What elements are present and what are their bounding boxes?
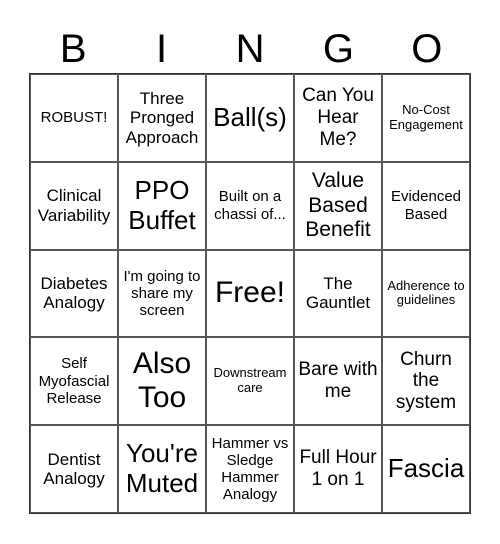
bingo-cell[interactable]: Free! — [206, 249, 294, 338]
bingo-cell-text: PPO Buffet — [128, 174, 196, 235]
bingo-cell[interactable]: Bare with me — [294, 337, 382, 426]
bingo-cell[interactable]: Adherence to guidelines — [382, 249, 470, 338]
bingo-cell[interactable]: PPO Buffet — [118, 161, 206, 250]
bingo-cell[interactable]: Can You Hear Me? — [294, 74, 382, 162]
bingo-cell[interactable]: Downstream care — [206, 337, 294, 426]
bingo-cell-text: The Gauntlet — [305, 273, 371, 313]
bingo-header: B I N G O — [29, 24, 471, 74]
bingo-cell[interactable]: Ball(s) — [206, 74, 294, 162]
bingo-cell-text: Dentist Analogy — [43, 449, 105, 489]
bingo-cell-text: Three Pronged Approach — [125, 88, 199, 147]
bingo-cell[interactable]: Hammer vs Sledge Hammer Analogy — [206, 425, 294, 513]
bingo-cell[interactable]: Clinical Variability — [30, 161, 118, 250]
header-letter-b: B — [59, 27, 87, 71]
bingo-grid: ROBUST! Three Pronged Approach Ball(s) Can … — [29, 73, 471, 514]
bingo-cell-text: Self Myofascial Release — [38, 355, 110, 407]
bingo-cell-text: Bare with me — [298, 359, 378, 403]
bingo-cell[interactable]: I'm going to share my screen — [118, 249, 206, 338]
header-letter-n: N — [235, 27, 265, 71]
bingo-cell[interactable]: No-Cost Engagement — [382, 74, 470, 162]
bingo-cell-text: Downstream care — [213, 365, 287, 396]
header-letter-g: G — [322, 27, 354, 71]
header-letter-o: O — [411, 27, 443, 71]
bingo-cell-text: Adherence to guidelines — [387, 277, 465, 308]
bingo-cell[interactable]: Full Hour 1 on 1 — [294, 425, 382, 513]
bingo-cell[interactable]: Diabetes Analogy — [30, 249, 118, 338]
bingo-cell-text: No-Cost Engagement — [389, 101, 463, 132]
bingo-cell[interactable]: Evidenced Based — [382, 161, 470, 250]
bingo-cell-text: Diabetes Analogy — [40, 273, 108, 313]
bingo-cell[interactable]: You're Muted — [118, 425, 206, 513]
header-letter-i: I — [156, 27, 168, 71]
bingo-cell-text: Churn the system — [395, 348, 457, 414]
bingo-cell[interactable]: Also Too — [118, 337, 206, 426]
bingo-cell-text: Value Based Benefit — [305, 169, 371, 241]
bingo-cell-text: Evidenced Based — [390, 188, 462, 223]
bingo-cell-text: Can You Hear Me? — [302, 85, 374, 150]
bingo-cell-text: Hammer vs Sledge Hammer Analogy — [211, 434, 289, 504]
bingo-cell-text: Free! — [214, 276, 286, 310]
bingo-cell[interactable]: Value Based Benefit — [294, 161, 382, 250]
bingo-cell[interactable]: ROBUST! — [30, 74, 118, 162]
bingo-cell[interactable]: Fascia — [382, 425, 470, 513]
bingo-cell[interactable]: Built on a chassi of... — [206, 161, 294, 250]
bingo-cell[interactable]: Self Myofascial Release — [30, 337, 118, 426]
bingo-cell[interactable]: Churn the system — [382, 337, 470, 426]
bingo-cell[interactable]: The Gauntlet — [294, 249, 382, 338]
bingo-cell-text: Clinical Variability — [37, 186, 111, 225]
bingo-cell[interactable]: Dentist Analogy — [30, 425, 118, 513]
bingo-cell-text: Ball(s) — [213, 101, 287, 132]
bingo-cell-text: I'm going to share my screen — [123, 267, 201, 320]
bingo-cell-text: Full Hour 1 on 1 — [299, 447, 377, 491]
bingo-cell-text: ROBUST! — [40, 109, 108, 127]
bingo-cell-text: You're Muted — [125, 438, 199, 499]
bingo-cell-text: Built on a chassi of... — [214, 188, 286, 223]
bingo-cell[interactable]: Three Pronged Approach — [118, 74, 206, 162]
bingo-cell-text: Fascia — [387, 453, 465, 484]
bingo-cell-text: Also Too — [132, 346, 192, 415]
